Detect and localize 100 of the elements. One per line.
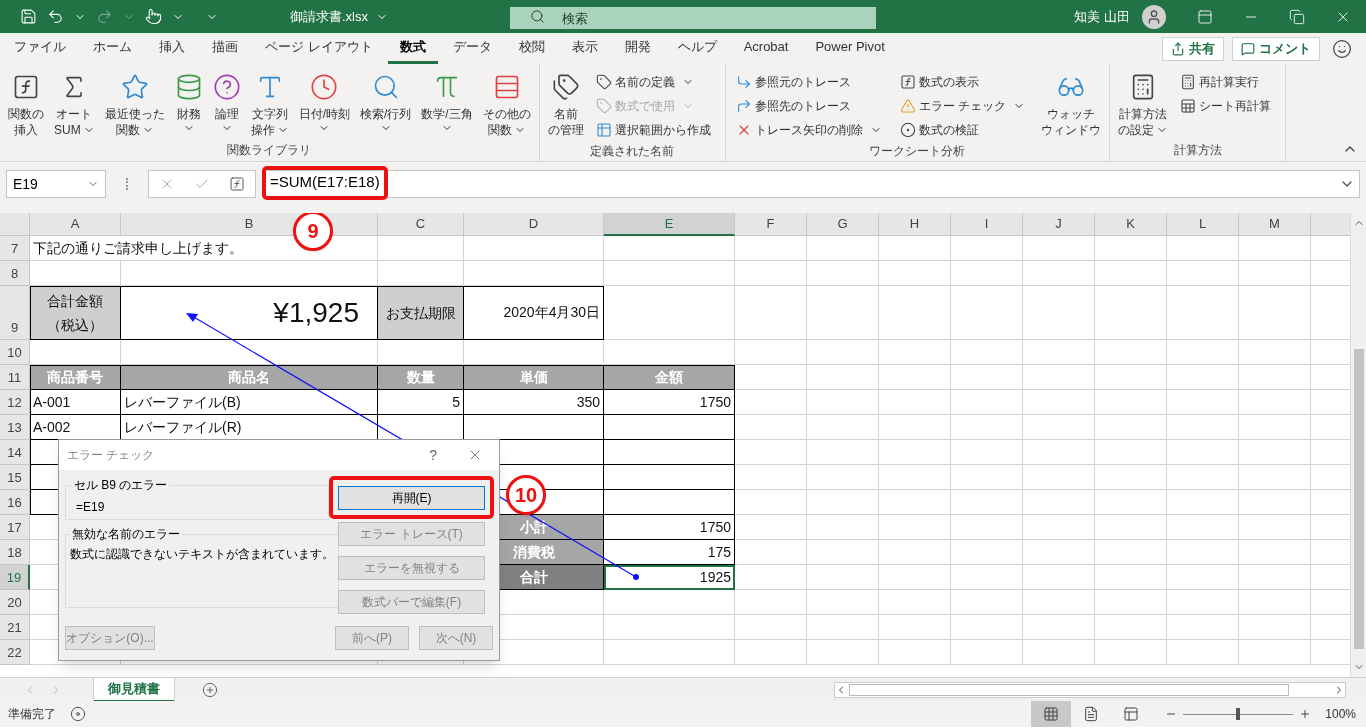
column-header[interactable]: C: [378, 213, 464, 236]
row-header[interactable]: 9: [0, 286, 30, 340]
scroll-thumb[interactable]: [849, 683, 1289, 696]
ribbon-button[interactable]: その他の 関数: [480, 70, 533, 140]
column-header[interactable]: H: [879, 213, 951, 236]
function-icon[interactable]: [229, 176, 246, 192]
row-header[interactable]: 16: [0, 490, 30, 515]
column-header[interactable]: I: [951, 213, 1023, 236]
avatar[interactable]: [1142, 4, 1166, 29]
empty-cell: [735, 490, 807, 515]
menu-tab[interactable]: 描画: [200, 33, 250, 64]
select-all-corner[interactable]: [0, 213, 30, 236]
search-field[interactable]: 検索: [510, 7, 876, 29]
macro-record-icon[interactable]: [70, 706, 86, 722]
zoom-level[interactable]: 100%: [1325, 705, 1356, 723]
vertical-scrollbar[interactable]: [1350, 213, 1366, 677]
column-header[interactable]: A: [30, 213, 121, 236]
row-header[interactable]: 8: [0, 261, 30, 286]
menu-tab[interactable]: 表示: [559, 33, 610, 64]
ribbon-button[interactable]: トレース矢印の削除: [735, 118, 882, 142]
ribbon-button[interactable]: 計算方法 の設定: [1116, 70, 1171, 140]
column-header[interactable]: G: [807, 213, 879, 236]
ribbon-button[interactable]: 再計算実行: [1180, 70, 1272, 94]
menu-tab[interactable]: Power Pivot: [803, 33, 897, 64]
row-header[interactable]: 14: [0, 440, 30, 465]
sheet-tab[interactable]: 御見積書: [94, 677, 174, 702]
row-header[interactable]: 11: [0, 365, 30, 390]
zoom-slider[interactable]: [1183, 708, 1294, 720]
ribbon-button[interactable]: 数学/三角: [419, 70, 475, 140]
ribbon-button[interactable]: 検索/行列: [358, 70, 414, 140]
row-header[interactable]: 7: [0, 236, 30, 261]
ribbon-button[interactable]: 選択範囲から作成: [595, 118, 711, 142]
menu-tab[interactable]: データ: [440, 33, 504, 64]
undo-icon[interactable]: [47, 8, 64, 25]
restore-icon[interactable]: [1289, 8, 1305, 25]
slider-thumb[interactable]: [1236, 708, 1241, 720]
column-header[interactable]: L: [1167, 213, 1239, 236]
ribbon-button[interactable]: 関数の 挿入: [6, 70, 46, 140]
comment-button[interactable]: コメント: [1232, 36, 1320, 61]
ribbon-button[interactable]: 日付/時刻: [296, 70, 352, 140]
ribbon-button[interactable]: 最近使った 関数: [102, 70, 167, 140]
row-header[interactable]: 20: [0, 590, 30, 615]
empty-cell: [879, 440, 951, 465]
column-header[interactable]: D: [464, 213, 604, 236]
row-header[interactable]: 18: [0, 540, 30, 565]
row-header[interactable]: 22: [0, 640, 30, 665]
ribbon-button[interactable]: 参照元のトレース: [735, 70, 882, 94]
row-header[interactable]: 15: [0, 465, 30, 490]
smiley-icon[interactable]: [1332, 38, 1352, 59]
dialog-button[interactable]: 再開(E): [338, 486, 485, 510]
row-header[interactable]: 19: [0, 565, 30, 590]
menu-tab[interactable]: ホーム: [81, 33, 144, 64]
menu-tab[interactable]: Acrobat: [731, 33, 801, 64]
zoom-in-icon[interactable]: [1299, 708, 1312, 720]
row-header[interactable]: 17: [0, 515, 30, 540]
menu-tab[interactable]: 校閲: [506, 33, 557, 64]
scroll-thumb[interactable]: [1353, 349, 1364, 649]
empty-cell: [951, 490, 1023, 515]
help-button[interactable]: ?: [429, 444, 437, 466]
ribbon-button[interactable]: シート再計算: [1180, 94, 1272, 118]
menu-tab[interactable]: 開発: [612, 33, 663, 64]
menu-tab[interactable]: ヘルプ: [665, 33, 729, 64]
ribbon-button[interactable]: エラー チェック: [899, 94, 1026, 118]
column-header[interactable]: F: [735, 213, 807, 236]
menu-tab[interactable]: ファイル: [2, 33, 78, 64]
column-header[interactable]: M: [1239, 213, 1311, 236]
ribbon-button[interactable]: 数式の検証: [899, 118, 1026, 142]
menu-tab[interactable]: ページ レイアウト: [253, 33, 385, 64]
empty-cell: [1167, 465, 1239, 490]
add-sheet-icon[interactable]: [202, 681, 218, 698]
ribbon-button[interactable]: 名前の定義: [595, 70, 711, 94]
empty-cell: [879, 465, 951, 490]
ribbon-button[interactable]: 名前 の管理: [545, 70, 586, 140]
row-header[interactable]: 12: [0, 390, 30, 415]
view-button[interactable]: [1031, 701, 1072, 727]
ribbon-button[interactable]: 財務: [172, 70, 205, 140]
drag-handle-icon[interactable]: [126, 178, 128, 190]
function-icon: [12, 73, 40, 101]
column-header[interactable]: E: [604, 213, 735, 236]
table-cell: 商品番号: [30, 365, 121, 390]
empty-cell: [879, 261, 951, 286]
ribbon-button[interactable]: 参照先のトレース: [735, 94, 882, 118]
name-box[interactable]: E19: [6, 170, 106, 198]
menu-tab[interactable]: 挿入: [147, 33, 197, 64]
row-header[interactable]: 10: [0, 340, 30, 365]
row-header[interactable]: 13: [0, 415, 30, 440]
column-header[interactable]: J: [1023, 213, 1095, 236]
row-header[interactable]: 21: [0, 615, 30, 640]
column-header[interactable]: [1311, 213, 1350, 236]
ribbon-display-icon[interactable]: [1197, 8, 1213, 25]
ribbon-button[interactable]: ウォッチ ウィンドウ: [1039, 70, 1104, 140]
touch-icon[interactable]: [145, 8, 162, 25]
save-icon[interactable]: [20, 8, 37, 25]
ribbon-button[interactable]: 文字列 操作: [248, 70, 291, 140]
ribbon-button[interactable]: オート SUM: [52, 70, 97, 140]
horizontal-scrollbar[interactable]: [834, 681, 1346, 698]
share-button[interactable]: 共有: [1162, 36, 1224, 61]
ribbon-button[interactable]: 論理: [210, 70, 243, 140]
ribbon-button[interactable]: 数式の表示: [899, 70, 1026, 94]
column-header[interactable]: K: [1095, 213, 1167, 236]
